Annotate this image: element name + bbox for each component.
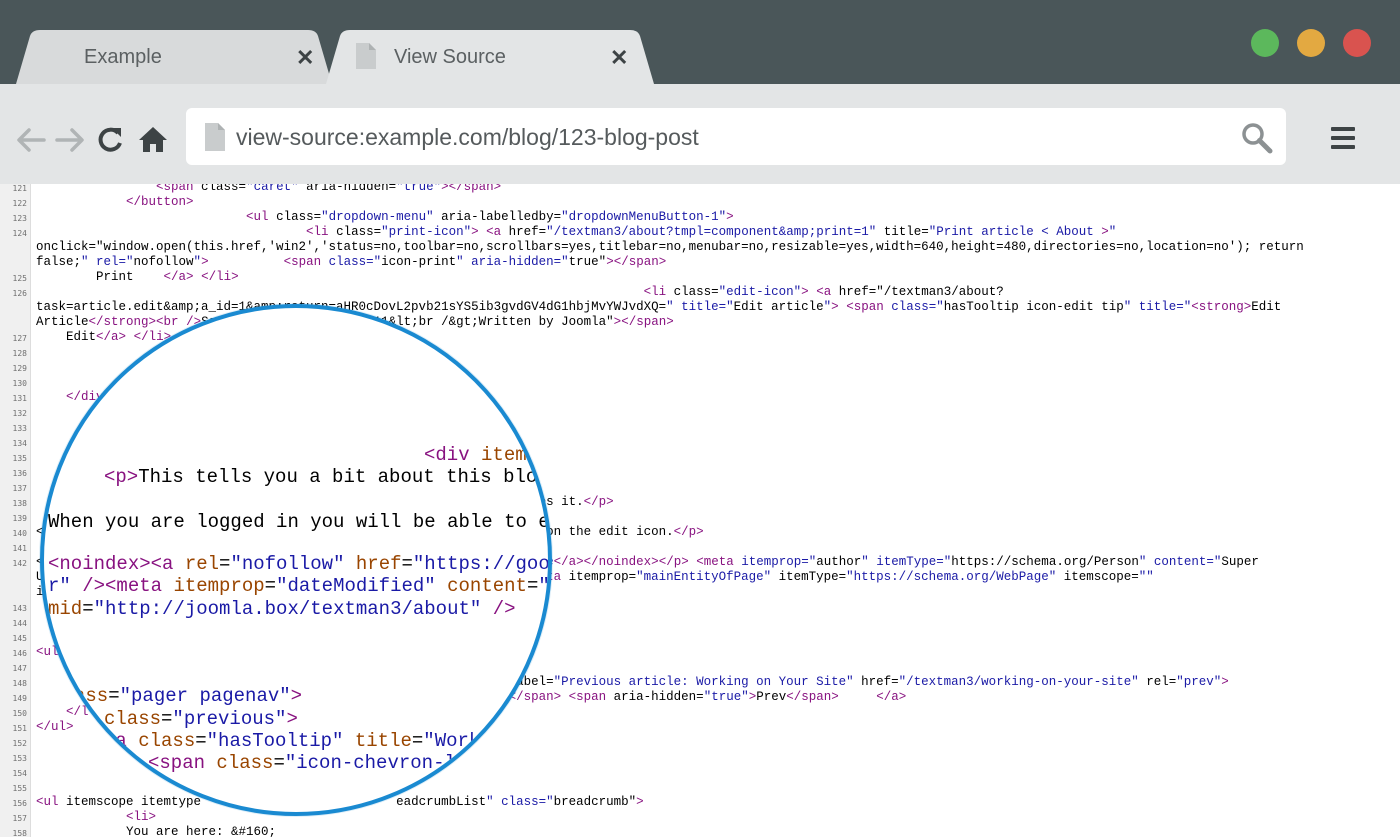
line-number: 151 <box>12 724 27 733</box>
line-number: 157 <box>12 814 27 823</box>
magnified-code-line: When you are logged in you will be able … <box>48 511 550 533</box>
forward-arrow-icon[interactable] <box>53 123 87 157</box>
line-number: 129 <box>12 364 27 373</box>
source-code-text: <li class="print-icon"> <a href="/textma… <box>306 225 1117 239</box>
line-number: 139 <box>12 514 27 523</box>
close-window-button[interactable] <box>1343 29 1371 57</box>
zoom-window-button[interactable] <box>1251 29 1279 57</box>
close-icon[interactable]: ✕ <box>296 45 314 71</box>
menu-icon[interactable] <box>1330 124 1356 152</box>
source-line: 123 <ul class="dropdown-menu" aria-label… <box>0 210 1400 225</box>
source-line: 126 <li class="edit-icon"> <a href="/tex… <box>0 285 1400 300</box>
source-line: 158 You are here: &#160; <box>0 825 1400 837</box>
source-code-text: </button> <box>126 195 194 209</box>
source-line: task=article.edit&amp;a_id=1&amp;return=… <box>0 300 1400 315</box>
source-line: 125 Print </a> </li> <box>0 270 1400 285</box>
line-number: 131 <box>12 394 27 403</box>
line-number: 152 <box>12 739 27 748</box>
magnifier-lens: <div item <p>This tells you a bit about t… <box>40 304 552 816</box>
magnified-code-line: r" /><meta itemprop="dateModified" conte… <box>48 575 550 597</box>
source-line: 124 <li class="print-icon"> <a href="/te… <box>0 225 1400 240</box>
back-arrow-icon[interactable] <box>14 123 48 157</box>
tab-example[interactable]: Example ✕ <box>16 30 332 84</box>
line-number: 142 <box>12 559 27 568</box>
magnified-code-line: <a class="hasTooltip" title="Worki <box>104 730 492 752</box>
line-number: 133 <box>12 424 27 433</box>
line-number: 126 <box>12 289 27 298</box>
reload-icon[interactable] <box>94 123 128 157</box>
line-number: 132 <box>12 409 27 418</box>
tab-view-source-label: View Source <box>394 46 506 68</box>
magnified-code-line: <noindex><a rel="nofollow" href="https:/… <box>48 553 552 575</box>
close-icon[interactable]: ✕ <box>610 45 628 71</box>
line-number: 146 <box>12 649 27 658</box>
source-code-text: <li class="edit-icon"> <a href="/textman… <box>643 285 1004 299</box>
line-number: 136 <box>12 469 27 478</box>
magnified-code-line: ass="pager pagenav"> <box>74 685 303 707</box>
source-code-text: </l <box>66 705 89 719</box>
source-line: 122 </button> <box>0 195 1400 210</box>
line-number: 158 <box>12 829 27 837</box>
home-icon[interactable] <box>136 123 170 157</box>
line-number: 134 <box>12 439 27 448</box>
source-line: false;" rel="nofollow"> <span class="ico… <box>0 255 1400 270</box>
line-number: 147 <box>12 664 27 673</box>
line-number: 141 <box>12 544 27 553</box>
search-icon[interactable] <box>1240 121 1274 155</box>
line-number: 150 <box>12 709 27 718</box>
source-code-text: You are here: &#160; <box>36 825 277 837</box>
line-number: 135 <box>12 454 27 463</box>
line-number: 156 <box>12 799 27 808</box>
line-number: 140 <box>12 529 27 538</box>
line-number: 130 <box>12 379 27 388</box>
magnified-code-line: <span class="icon-chevron-le <box>148 752 468 774</box>
source-code-text: false;" rel="nofollow"> <span class="ico… <box>36 255 667 269</box>
line-number: 153 <box>12 754 27 763</box>
line-number: 122 <box>12 199 27 208</box>
line-number: 143 <box>12 604 27 613</box>
source-code-text: Print </a> </li> <box>36 270 239 284</box>
source-line: 121 <span class="caret" aria-hidden="tru… <box>0 184 1400 195</box>
line-number: 138 <box>12 499 27 508</box>
line-number: 154 <box>12 769 27 778</box>
line-number: 145 <box>12 634 27 643</box>
magnified-code-line: <div item <box>424 444 527 466</box>
line-number: 149 <box>12 694 27 703</box>
tab-example-label: Example <box>84 46 162 68</box>
line-number: 125 <box>12 274 27 283</box>
magnified-code-line: <p>This tells you a bit about this blo <box>104 466 538 488</box>
source-code-text: task=article.edit&amp;a_id=1&amp;return=… <box>36 300 1282 314</box>
source-code-text: <li> <box>126 810 157 824</box>
line-number: 148 <box>12 679 27 688</box>
page-icon <box>205 123 225 151</box>
magnified-code-line: mid="http://joomla.box/textman3/about" /… <box>48 598 516 620</box>
magnified-code-line: class="previous"> <box>104 708 298 730</box>
line-number: 155 <box>12 784 27 793</box>
line-number: 128 <box>12 349 27 358</box>
address-bar[interactable]: view-source:example.com/blog/123-blog-po… <box>186 108 1286 165</box>
page-icon <box>356 43 376 69</box>
line-number: 137 <box>12 484 27 493</box>
minimize-window-button[interactable] <box>1297 29 1325 57</box>
tab-view-source[interactable]: View Source ✕ <box>326 30 654 84</box>
source-code-text: Edit</a> </li> <box>36 330 172 344</box>
source-code-text: onclick="window.open(this.href,'win2','s… <box>36 240 1304 254</box>
source-code-text: </ul> <box>36 720 74 734</box>
title-bar: Example ✕ View Source ✕ <box>0 0 1400 84</box>
line-number: 124 <box>12 229 27 238</box>
line-number: 123 <box>12 214 27 223</box>
source-code-text: <ul class="dropdown-menu" aria-labelledb… <box>246 210 734 224</box>
line-number: 144 <box>12 619 27 628</box>
url-text[interactable]: view-source:example.com/blog/123-blog-po… <box>236 124 699 151</box>
source-code-text: <span class="caret" aria-hidden="true"><… <box>156 184 502 194</box>
line-number: 127 <box>12 334 27 343</box>
line-number: 121 <box>12 184 27 193</box>
source-line: onclick="window.open(this.href,'win2','s… <box>0 240 1400 255</box>
source-line: 157 <li> <box>0 810 1400 825</box>
tab-shape <box>16 30 332 84</box>
